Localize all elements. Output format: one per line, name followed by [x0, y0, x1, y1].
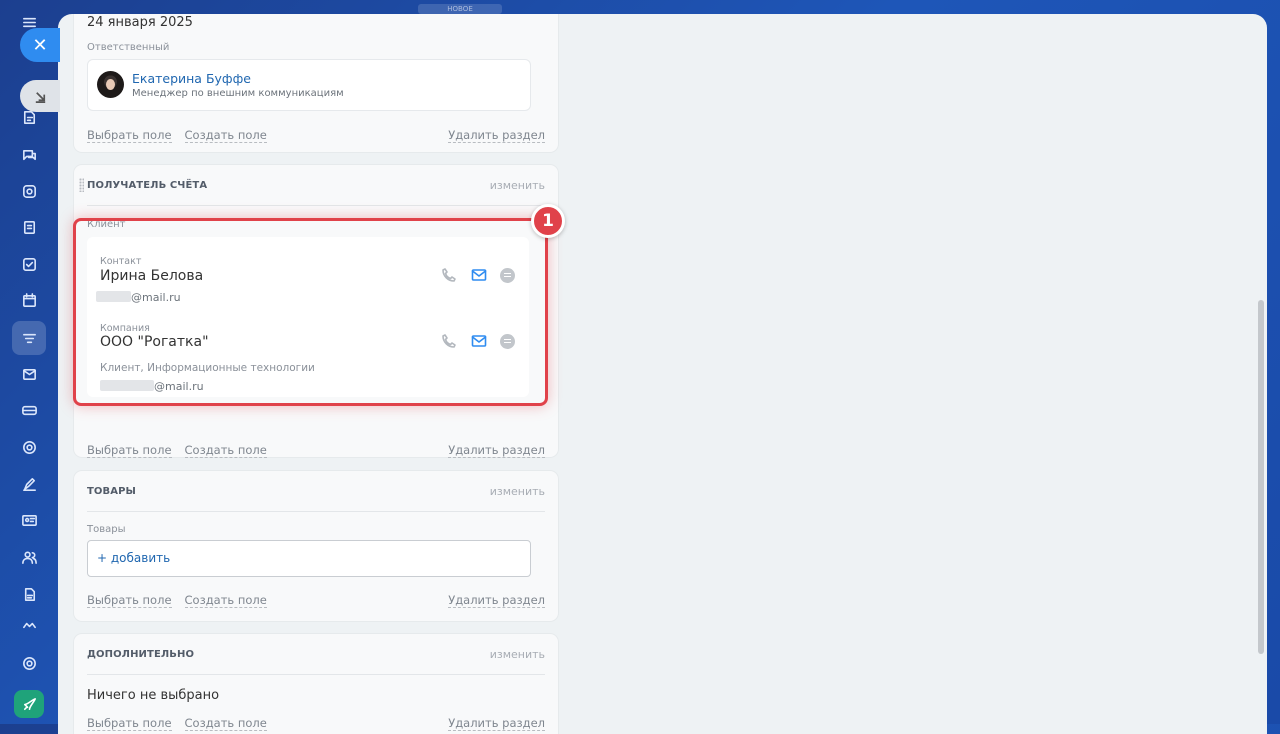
create-field-link[interactable]: Создать поле	[184, 128, 267, 143]
email-icon[interactable]	[470, 266, 488, 284]
close-icon: ✕	[32, 34, 48, 56]
section-footer: Выбрать поле Создать поле Удалить раздел	[87, 128, 545, 144]
settings-icon[interactable]	[12, 646, 46, 680]
slider-panel: 24 января 2025 Ответственный Екатерина Б…	[58, 14, 1267, 734]
section-title: ТОВАРЫ	[87, 485, 136, 497]
responsible-label: Ответственный	[87, 42, 170, 53]
arrow-down-right-icon	[35, 91, 45, 103]
add-product-link[interactable]: + добавить	[97, 551, 170, 565]
avatar	[97, 71, 124, 98]
email-icon[interactable]	[470, 332, 488, 350]
section-additional: ДОПОЛНИТЕЛЬНО изменить Ничего не выбрано…	[74, 634, 558, 734]
section-header: ТОВАРЫ изменить	[87, 471, 545, 512]
section-products: ТОВАРЫ изменить Товары + добавить Выбрат…	[74, 471, 558, 621]
company-name[interactable]: ООО "Рогатка"	[100, 334, 209, 350]
section-title: ДОПОЛНИТЕЛЬНО	[87, 648, 195, 660]
client-label: Клиент	[87, 219, 126, 230]
nothing-selected-text: Ничего не выбрано	[87, 688, 220, 703]
section-footer: Выбрать поле Создать поле Удалить раздел	[87, 593, 545, 609]
sign-icon[interactable]	[12, 467, 46, 501]
responsible-position: Менеджер по внешним коммуникациям	[132, 88, 344, 99]
products-label: Товары	[87, 524, 126, 535]
section-footer: Выбрать поле Создать поле Удалить раздел	[87, 443, 545, 459]
calendar-icon[interactable]	[12, 283, 46, 317]
checkbox-icon[interactable]	[12, 247, 46, 281]
section-invoice-recipient: ПОЛУЧАТЕЛЬ СЧЁТА изменить Клиент Контакт…	[74, 165, 558, 459]
create-field-link[interactable]: Создать поле	[184, 593, 267, 608]
edit-link[interactable]: изменить	[490, 179, 545, 192]
chat-icon[interactable]	[12, 138, 46, 172]
client-field: Контакт Ирина Белова @mail.ru Компания О…	[87, 237, 529, 397]
close-button[interactable]: ✕	[20, 28, 60, 62]
delete-section-link[interactable]: Удалить раздел	[448, 593, 545, 608]
documents-icon[interactable]	[12, 210, 46, 244]
responsible-field[interactable]: Екатерина Буффе Менеджер по внешним комм…	[87, 59, 531, 111]
rocket-icon[interactable]	[14, 690, 44, 718]
section-footer: Выбрать поле Создать поле Удалить раздел	[87, 716, 545, 732]
section-general: 24 января 2025 Ответственный Екатерина Б…	[74, 14, 558, 152]
contact-actions	[440, 266, 515, 284]
collapse-button[interactable]	[20, 80, 60, 112]
users-icon[interactable]	[12, 540, 46, 574]
top-hint: НОВОЕ	[418, 4, 502, 14]
section-header: ДОПОЛНИТЕЛЬНО изменить	[87, 634, 545, 675]
company-email[interactable]: @mail.ru	[100, 380, 204, 393]
company-actions	[440, 332, 515, 350]
contact-email[interactable]: @mail.ru	[96, 291, 181, 304]
company-details: Клиент, Информационные технологии	[100, 362, 315, 374]
responsible-name[interactable]: Екатерина Буффе	[132, 71, 251, 86]
file-icon[interactable]	[12, 577, 46, 611]
mail-icon[interactable]	[12, 357, 46, 391]
contact-name[interactable]: Ирина Белова	[100, 268, 203, 284]
contact-label: Контакт	[100, 256, 142, 267]
add-product-field[interactable]: + добавить	[87, 540, 531, 577]
section-title: ПОЛУЧАТЕЛЬ СЧЁТА	[87, 179, 208, 191]
select-field-link[interactable]: Выбрать поле	[87, 443, 172, 458]
chat-bubble-icon[interactable]	[500, 267, 515, 283]
company-label: Компания	[100, 323, 150, 334]
target-icon[interactable]	[12, 430, 46, 464]
delete-section-link[interactable]: Удалить раздел	[448, 443, 545, 458]
contact-card-icon[interactable]	[12, 503, 46, 537]
create-field-link[interactable]: Создать поле	[184, 443, 267, 458]
delete-section-link[interactable]: Удалить раздел	[448, 128, 545, 143]
bot-icon[interactable]	[12, 613, 46, 635]
section-header: ПОЛУЧАТЕЛЬ СЧЁТА изменить	[87, 165, 545, 206]
edit-link[interactable]: изменить	[490, 485, 545, 498]
select-field-link[interactable]: Выбрать поле	[87, 593, 172, 608]
redacted-text	[100, 380, 154, 391]
feed-icon[interactable]	[12, 174, 46, 208]
phone-icon[interactable]	[440, 266, 458, 284]
phone-icon[interactable]	[440, 332, 458, 350]
drag-handle[interactable]	[79, 178, 84, 192]
step-badge: 1	[531, 204, 565, 238]
terminal-icon[interactable]	[12, 393, 46, 427]
redacted-text	[96, 291, 131, 302]
crm-funnel-icon[interactable]	[12, 321, 46, 355]
chat-bubble-icon[interactable]	[500, 333, 515, 349]
date-value: 24 января 2025	[87, 15, 193, 30]
edit-link[interactable]: изменить	[490, 648, 545, 661]
select-field-link[interactable]: Выбрать поле	[87, 128, 172, 143]
scrollbar[interactable]	[1258, 300, 1264, 654]
